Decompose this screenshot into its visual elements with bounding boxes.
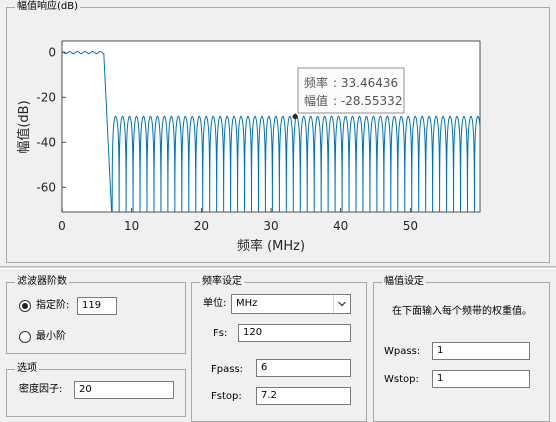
specify-order-label: 指定阶: [36, 300, 70, 311]
units-dropdown[interactable]: MHz [231, 294, 351, 314]
wpass-label: Wpass: [384, 346, 421, 357]
fpass-input[interactable]: 6 [256, 359, 351, 377]
wstop-input[interactable]: 1 [432, 370, 530, 388]
minimum-order-radio[interactable] [19, 331, 31, 343]
y-tick-label: -60 [36, 180, 56, 194]
x-tick-label: 20 [194, 219, 209, 233]
data-tip[interactable]: 频率 : 33.46436 幅值 : -28.55332 [292, 67, 405, 120]
y-axis-ticks: 0 -20 -40 -60 [36, 45, 66, 194]
data-tip-x-value: : 33.46436 [333, 76, 398, 90]
y-tick-label: 0 [48, 45, 56, 59]
y-tick-label: -20 [36, 90, 56, 104]
units-selected-value: MHz [236, 298, 258, 309]
data-tip-marker[interactable] [292, 113, 298, 120]
fpass-label: Fpass: [211, 364, 244, 375]
x-tick-label: 40 [333, 219, 348, 233]
fs-input[interactable]: 120 [238, 324, 351, 342]
minimum-order-label: 最小阶 [36, 331, 66, 342]
density-factor-label: 密度因子: [19, 384, 63, 395]
x-axis-label: 频率 (MHz) [237, 238, 305, 254]
chevron-down-icon[interactable] [333, 295, 350, 313]
filter-order-panel: 滤波器阶数 [6, 276, 186, 354]
y-tick-label: -40 [36, 135, 56, 149]
weights-description: 在下面输入每个频带的权重值。 [392, 306, 532, 317]
order-input[interactable]: 119 [77, 297, 117, 315]
units-label: 单位: [203, 298, 227, 309]
data-tip-y-value: : -28.55332 [333, 94, 402, 108]
magnitude-response-chart[interactable]: 0 10 20 30 40 50 0 -20 -40 -60 频率 (MHz) 幅值(dB) 频… [0, 0, 556, 266]
fstop-label: Fstop: [211, 391, 242, 402]
x-tick-label: 10 [124, 219, 139, 233]
density-factor-input[interactable]: 20 [74, 381, 174, 399]
frequency-spec-title: 频率设定 [200, 276, 244, 288]
x-tick-label: 50 [403, 219, 418, 233]
specify-order-radio[interactable] [19, 300, 31, 312]
magnitude-spec-title: 幅值设定 [382, 276, 426, 288]
data-tip-y-label: 幅值 [304, 93, 328, 108]
y-axis-label: 幅值(dB) [16, 100, 32, 153]
options-title: 选项 [15, 363, 39, 375]
fstop-input[interactable]: 7.2 [256, 387, 351, 405]
wpass-input[interactable]: 1 [432, 342, 530, 360]
radio-selected-dot [22, 303, 28, 309]
x-tick-label: 30 [263, 219, 278, 233]
fs-label: Fs: [213, 328, 228, 339]
data-tip-x-label: 频率 [304, 75, 328, 90]
x-tick-label: 0 [58, 219, 66, 233]
filter-order-title: 滤波器阶数 [15, 276, 69, 288]
splitter-bar[interactable] [0, 266, 556, 269]
wstop-label: Wstop: [384, 374, 419, 385]
